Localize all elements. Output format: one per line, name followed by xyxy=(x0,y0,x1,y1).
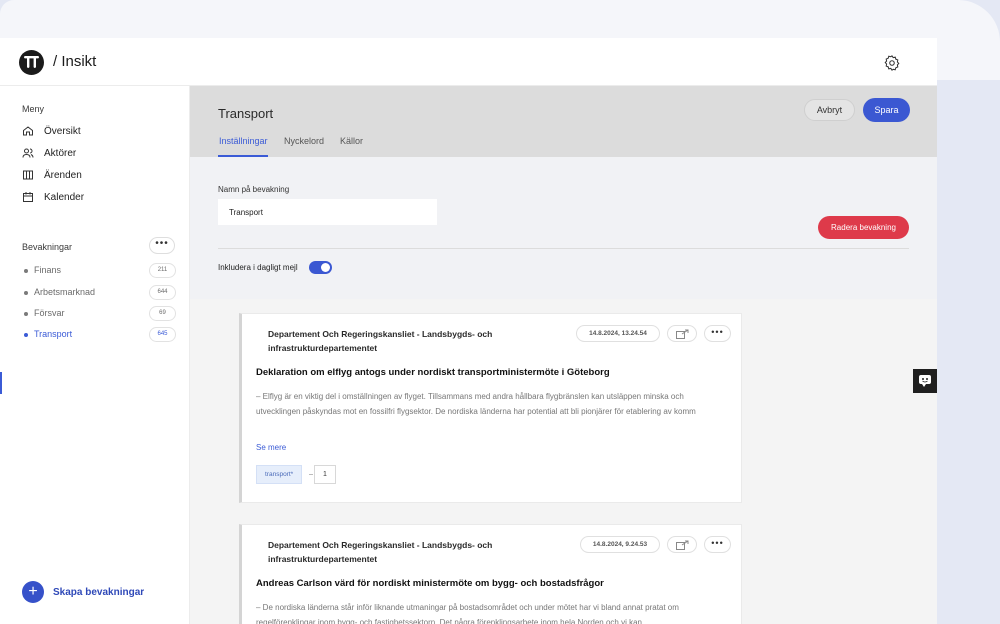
card-excerpt: – Elflyg är en viktig del i omställninge… xyxy=(256,392,696,416)
sidebar-item-arbetsmarknad[interactable]: Arbetsmarknad 644 xyxy=(24,285,176,301)
sidebar-item-aktorer[interactable]: Aktörer xyxy=(22,145,76,161)
logo-icon[interactable] xyxy=(19,50,44,75)
count-badge: 69 xyxy=(149,306,176,321)
sidebar-item-arenden[interactable]: Ärenden xyxy=(22,167,82,183)
bullet-icon xyxy=(24,269,28,273)
cancel-button[interactable]: Avbryt xyxy=(804,99,855,121)
create-label: Skapa bevakningar xyxy=(53,586,145,598)
share-button[interactable] xyxy=(667,325,697,342)
card-date: 14.8.2024, 13.24.54 xyxy=(576,325,660,342)
toggle-knob xyxy=(321,263,330,272)
name-field-label: Namn på bevakning xyxy=(218,185,290,194)
sidebar: Meny Översikt Aktörer Ärenden Kalender B… xyxy=(0,86,190,624)
sidebar-item-label: Försvar xyxy=(34,308,65,318)
app-title: / Insikt xyxy=(53,53,97,70)
bullet-icon xyxy=(24,333,28,337)
card-more-button[interactable]: ••• xyxy=(704,536,731,553)
card-title[interactable]: Andreas Carlson värd för nordiskt minist… xyxy=(256,578,604,589)
menu-heading: Meny xyxy=(22,104,45,114)
divider xyxy=(218,248,909,249)
sidebar-item-label: Transport xyxy=(34,329,73,339)
bullet-icon xyxy=(24,312,28,316)
plus-icon: + xyxy=(22,581,44,603)
tab-nyckelord[interactable]: Nyckelord xyxy=(284,136,324,146)
keyword-tag[interactable]: transport* xyxy=(256,465,303,484)
chat-icon xyxy=(919,375,931,387)
create-bevakning-button[interactable]: + Skapa bevakningar xyxy=(22,581,144,603)
sidebar-item-label: Ärenden xyxy=(44,169,82,181)
delete-button[interactable]: Radera bevakning xyxy=(818,216,909,239)
share-button[interactable] xyxy=(667,536,697,553)
count-badge: 211 xyxy=(149,263,176,278)
tab-installningar[interactable]: Inställningar xyxy=(219,136,268,146)
bevakningar-heading: Bevakningar xyxy=(22,242,73,252)
active-indicator xyxy=(0,372,2,394)
feed-card[interactable]: Departement Och Regeringskansliet - Land… xyxy=(239,524,742,624)
bullet-icon xyxy=(24,291,28,295)
tag-count: 1 xyxy=(314,465,336,484)
card-title[interactable]: Deklaration om elflyg antogs under nordi… xyxy=(256,367,610,378)
see-more-link[interactable]: Se mere xyxy=(256,443,286,452)
window-frame: / Insikt Meny Översikt Aktörer Ärenden K… xyxy=(0,0,1000,624)
share-icon xyxy=(676,329,689,339)
daily-mail-label: Inkludera i dagligt mejl xyxy=(218,263,298,272)
sidebar-item-label: Översikt xyxy=(44,125,81,137)
sidebar-item-forsvar[interactable]: Försvar 69 xyxy=(24,306,176,322)
sidebar-item-label: Kalender xyxy=(44,191,85,203)
tag-connector xyxy=(309,474,313,475)
sidebar-item-label: Arbetsmarknad xyxy=(34,287,96,297)
daily-mail-toggle[interactable] xyxy=(309,261,332,274)
app-window: / Insikt Meny Översikt Aktörer Ärenden K… xyxy=(0,38,937,624)
sidebar-item-label: Aktörer xyxy=(44,147,77,159)
save-button[interactable]: Spara xyxy=(863,98,910,122)
count-badge: 644 xyxy=(149,285,176,300)
users-icon xyxy=(22,148,34,158)
card-excerpt: – De nordiska länderna står inför liknan… xyxy=(256,603,679,624)
sidebar-item-label: Finans xyxy=(34,265,62,275)
feed-card[interactable]: Departement Och Regeringskansliet - Land… xyxy=(239,313,742,503)
sidebar-item-transport[interactable]: Transport 645 xyxy=(24,327,176,343)
page-title: Transport xyxy=(218,106,274,121)
columns-icon xyxy=(23,170,33,180)
count-badge: 645 xyxy=(149,327,176,342)
share-icon xyxy=(676,540,689,550)
sidebar-item-kalender[interactable]: Kalender xyxy=(22,189,84,205)
gear-icon[interactable] xyxy=(883,54,901,72)
settings-panel: Namn på bevakning Radera bevakning Inklu… xyxy=(190,157,937,299)
card-source: Departement Och Regeringskansliet - Land… xyxy=(268,329,493,353)
card-source: Departement Och Regeringskansliet - Land… xyxy=(268,540,493,564)
frame-top xyxy=(0,0,960,38)
tab-kallor[interactable]: Källor xyxy=(340,136,363,146)
feed: Departement Och Regeringskansliet - Land… xyxy=(190,299,937,624)
top-bar: / Insikt xyxy=(0,38,937,86)
card-date: 14.8.2024, 9.24.53 xyxy=(580,536,660,553)
sidebar-item-finans[interactable]: Finans 211 xyxy=(24,263,176,279)
sidebar-item-oversikt[interactable]: Översikt xyxy=(22,123,81,139)
calendar-icon xyxy=(23,192,33,202)
card-more-button[interactable]: ••• xyxy=(704,325,731,342)
name-field[interactable] xyxy=(218,199,437,225)
bevakningar-more-button[interactable]: ••• xyxy=(149,237,175,254)
chat-widget-button[interactable] xyxy=(913,369,937,393)
home-icon xyxy=(23,126,33,136)
content-header: Transport Inställningar Nyckelord Källor… xyxy=(190,86,937,157)
